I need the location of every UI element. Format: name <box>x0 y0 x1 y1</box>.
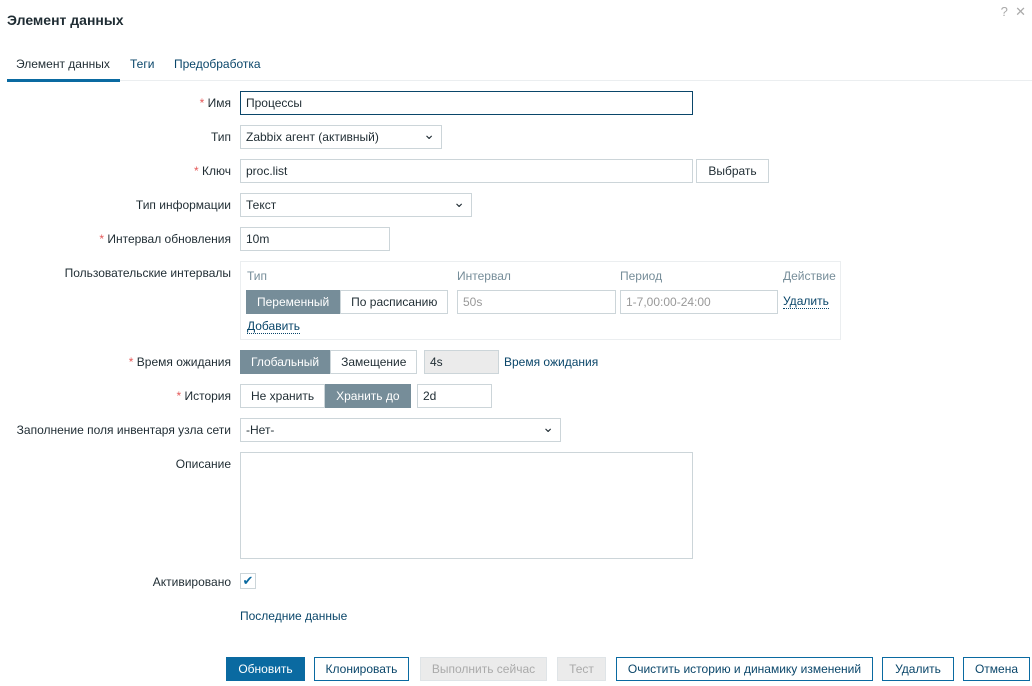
col-interval: Интервал <box>457 269 511 283</box>
history-store-option[interactable]: Хранить до <box>325 384 411 408</box>
update-interval-label: Интервал обновления <box>99 232 231 246</box>
remove-interval-link[interactable]: Удалить <box>783 294 829 309</box>
update-button[interactable]: Обновить <box>226 657 305 681</box>
col-period: Период <box>620 269 663 283</box>
col-type: Тип <box>247 269 268 283</box>
test-button[interactable]: Тест <box>557 657 606 681</box>
scheduling-option[interactable]: По расписанию <box>340 290 449 314</box>
enabled-checkbox[interactable]: ✔ <box>240 573 256 589</box>
add-interval-link[interactable]: Добавить <box>247 319 301 334</box>
tab-item[interactable]: Элемент данных <box>7 57 120 82</box>
key-input[interactable]: proc.list <box>240 159 693 183</box>
cancel-button[interactable]: Отмена <box>963 657 1030 681</box>
timeout-link[interactable]: Время ожидания <box>504 355 598 369</box>
timeout-label: Время ожидания <box>129 355 231 369</box>
delete-button[interactable]: Удалить <box>882 657 954 681</box>
info-type-select[interactable]: Текст <box>240 193 472 217</box>
custom-intervals-table: Тип Интервал Период Действие Переменный … <box>240 261 841 340</box>
tab-preprocessing[interactable]: Предобработка <box>174 57 261 81</box>
interval-input[interactable]: 50s <box>457 290 616 314</box>
key-select-button[interactable]: Выбрать <box>696 159 769 183</box>
timeout-override-option[interactable]: Замещение <box>330 350 418 374</box>
update-interval-input[interactable]: 10m <box>240 227 390 251</box>
tab-bar: Элемент данных Теги Предобработка <box>7 57 1032 82</box>
name-label: Имя <box>200 96 231 110</box>
timeout-global-option[interactable]: Глобальный <box>240 350 331 374</box>
timeout-input[interactable]: 4s <box>424 350 499 374</box>
custom-intervals-label: Пользовательские интервалы <box>64 266 231 280</box>
inventory-label: Заполнение поля инвентаря узла сети <box>16 423 231 437</box>
info-type-label: Тип информации <box>135 198 231 212</box>
dialog-header-icons: ? ✕ <box>1001 4 1026 20</box>
interval-type-toggle: Переменный По расписанию <box>246 290 449 314</box>
type-label: Тип <box>210 130 231 144</box>
tab-tags[interactable]: Теги <box>130 57 154 81</box>
history-toggle: Не хранить Хранить до <box>240 384 411 408</box>
latest-data-link[interactable]: Последние данные <box>240 609 347 623</box>
flexible-option[interactable]: Переменный <box>246 290 341 314</box>
enabled-label: Активировано <box>152 575 231 589</box>
description-label: Описание <box>175 457 231 471</box>
name-input[interactable]: Процессы <box>240 91 693 115</box>
clone-button[interactable]: Клонировать <box>314 657 409 681</box>
key-label: Ключ <box>194 164 231 178</box>
col-action: Действие <box>783 269 836 283</box>
dialog-title: Элемент данных <box>7 12 124 28</box>
description-textarea[interactable] <box>240 452 693 559</box>
clear-history-button[interactable]: Очистить историю и динамику изменений <box>616 657 873 681</box>
help-icon[interactable]: ? <box>1001 4 1008 19</box>
period-input[interactable]: 1-7,00:00-24:00 <box>620 290 778 314</box>
timeout-toggle: Глобальный Замещение <box>240 350 418 374</box>
type-select[interactable]: Zabbix агент (активный) <box>240 125 442 149</box>
history-label: История <box>176 389 231 403</box>
history-input[interactable]: 2d <box>417 384 492 408</box>
execute-now-button[interactable]: Выполнить сейчас <box>420 657 547 681</box>
history-discard-option[interactable]: Не хранить <box>240 384 326 408</box>
inventory-select[interactable]: -Нет- <box>240 418 561 442</box>
close-icon[interactable]: ✕ <box>1015 4 1026 19</box>
